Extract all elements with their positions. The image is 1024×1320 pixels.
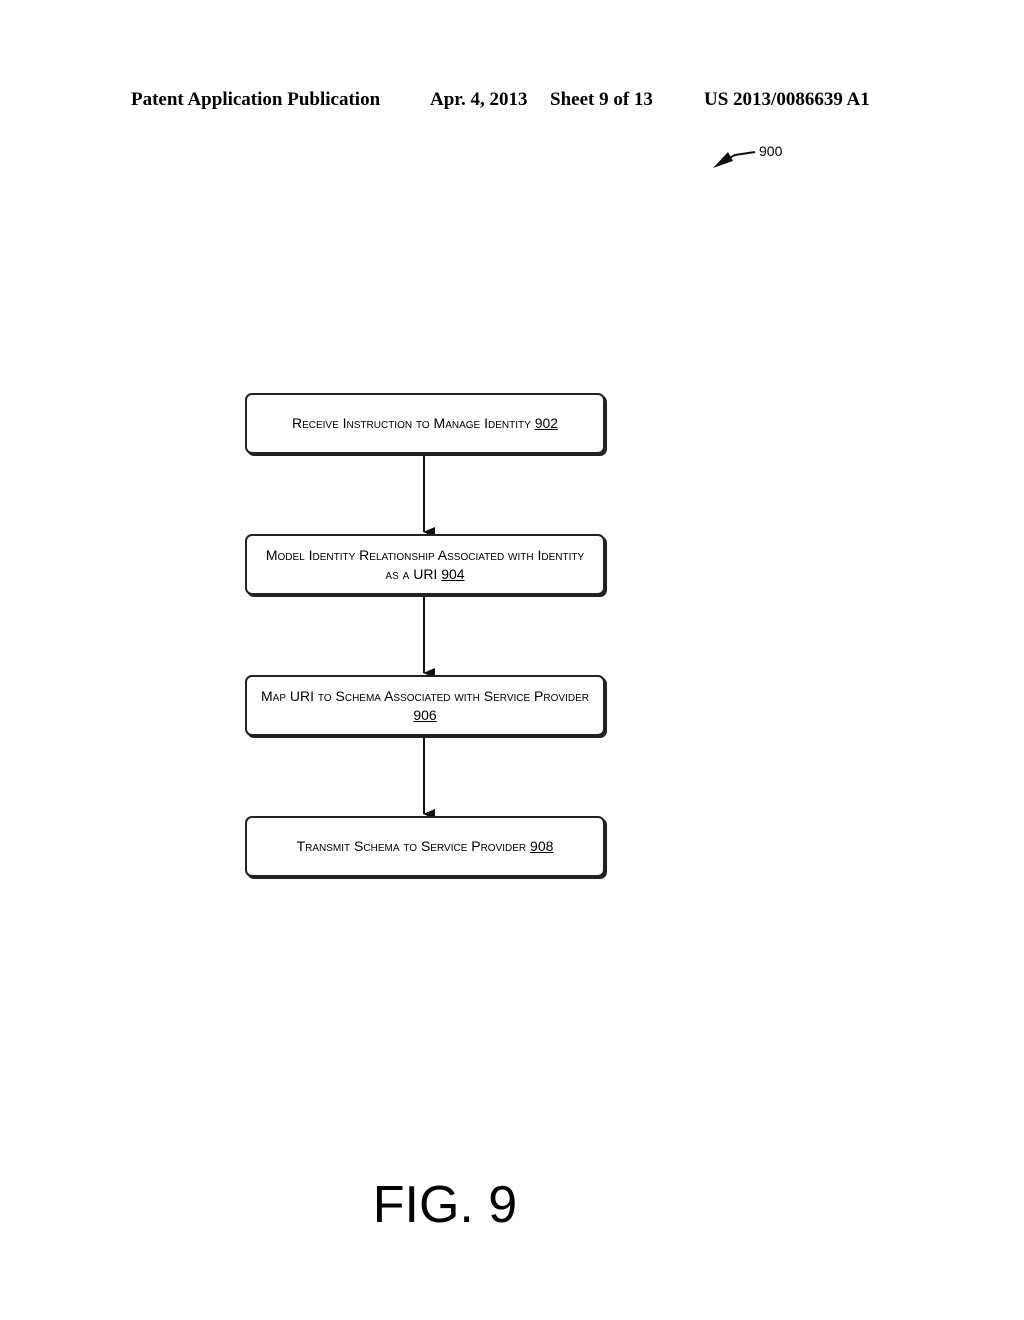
diagram-reference-number: 900	[759, 143, 783, 159]
step-906-box: Map URI to Schema Associated with Servic…	[245, 675, 605, 736]
step-908-box: Transmit Schema to Service Provider 908	[245, 816, 605, 877]
step-904-text: Model Identity Relationship Associated w…	[265, 546, 585, 582]
step-902-box: Receive Instruction to Manage Identity 9…	[245, 393, 605, 454]
step-906-text: Map URI to Schema Associated with Servic…	[261, 687, 589, 723]
figure-label: FIG. 9	[372, 1176, 518, 1234]
reference-arrow-900	[713, 151, 756, 168]
step-902-text: Receive Instruction to Manage Identity 9…	[291, 415, 559, 431]
connectors	[423, 151, 756, 819]
step-904-box: Model Identity Relationship Associated w…	[245, 534, 605, 595]
step-908-text: Transmit Schema to Service Provider 908	[296, 838, 554, 854]
